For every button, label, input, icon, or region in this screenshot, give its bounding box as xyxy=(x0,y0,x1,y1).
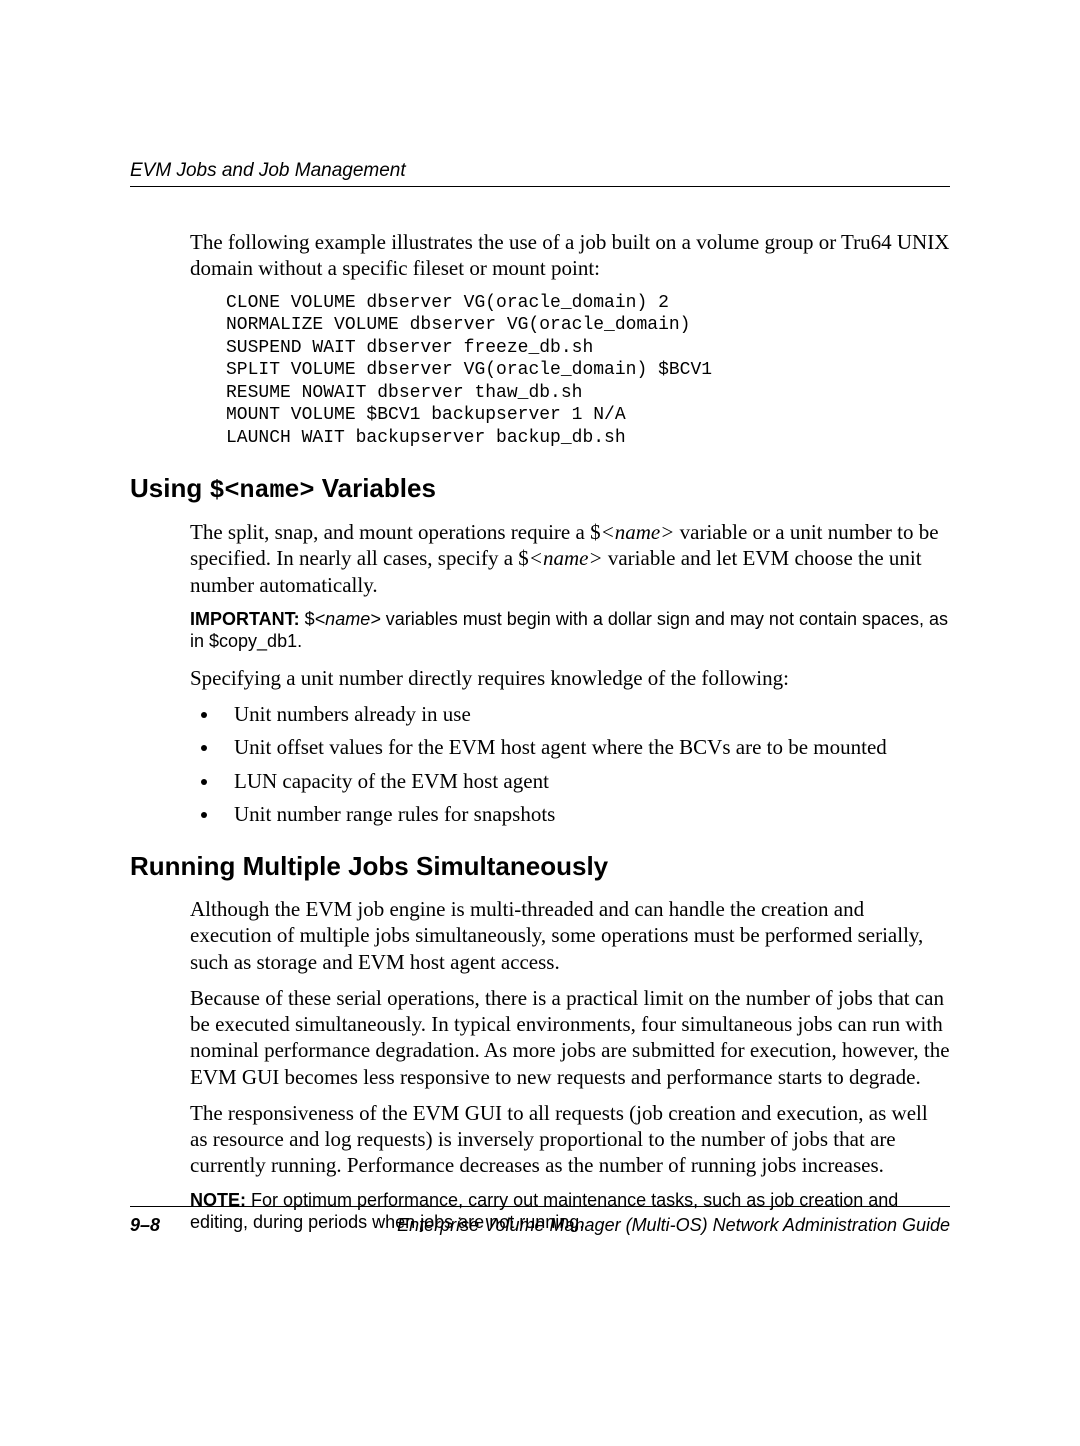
heading-code: $<name> xyxy=(209,476,314,505)
section2-p1: Although the EVM job engine is multi-thr… xyxy=(190,896,950,975)
section2-body: Although the EVM job engine is multi-thr… xyxy=(190,896,950,1234)
code-example: CLONE VOLUME dbserver VG(oracle_domain) … xyxy=(226,292,950,450)
variable-text: <name> xyxy=(315,609,381,629)
heading-text-post: Variables xyxy=(314,473,435,503)
list-item: Unit numbers already in use xyxy=(220,701,950,727)
important-label: IMPORTANT: xyxy=(190,609,300,629)
intro-paragraph: The following example illustrates the us… xyxy=(190,229,950,282)
content-block: The following example illustrates the us… xyxy=(190,229,950,449)
section1-p1: The split, snap, and mount operations re… xyxy=(190,519,950,598)
text: $ xyxy=(300,609,315,629)
section2-p3: The responsiveness of the EVM GUI to all… xyxy=(190,1100,950,1179)
variable-text: <name> xyxy=(529,546,603,570)
bullet-list: Unit numbers already in use Unit offset … xyxy=(190,701,950,827)
footer-rule xyxy=(130,1206,950,1207)
section-heading-multiple-jobs: Running Multiple Jobs Simultaneously xyxy=(130,851,950,882)
variable-text: <name> xyxy=(601,520,675,544)
page: EVM Jobs and Job Management The followin… xyxy=(0,0,1080,1446)
heading-text-pre: Using xyxy=(130,473,209,503)
text: The split, snap, and mount operations re… xyxy=(190,520,601,544)
list-item: Unit number range rules for snapshots xyxy=(220,801,950,827)
book-title: Enterprise Volume Manager (Multi-OS) Net… xyxy=(397,1215,950,1236)
running-header: EVM Jobs and Job Management xyxy=(130,160,950,186)
section2-p2: Because of these serial operations, ther… xyxy=(190,985,950,1090)
list-item: LUN capacity of the EVM host agent xyxy=(220,768,950,794)
section1-p2: Specifying a unit number directly requir… xyxy=(190,665,950,691)
important-note: IMPORTANT: $<name> variables must begin … xyxy=(190,608,950,653)
footer: 9–8 Enterprise Volume Manager (Multi-OS)… xyxy=(130,1206,950,1236)
page-number: 9–8 xyxy=(130,1215,160,1236)
section-heading-variables: Using $<name> Variables xyxy=(130,473,950,505)
list-item: Unit offset values for the EVM host agen… xyxy=(220,734,950,760)
header-rule xyxy=(130,186,950,187)
section1-body: The split, snap, and mount operations re… xyxy=(190,519,950,827)
